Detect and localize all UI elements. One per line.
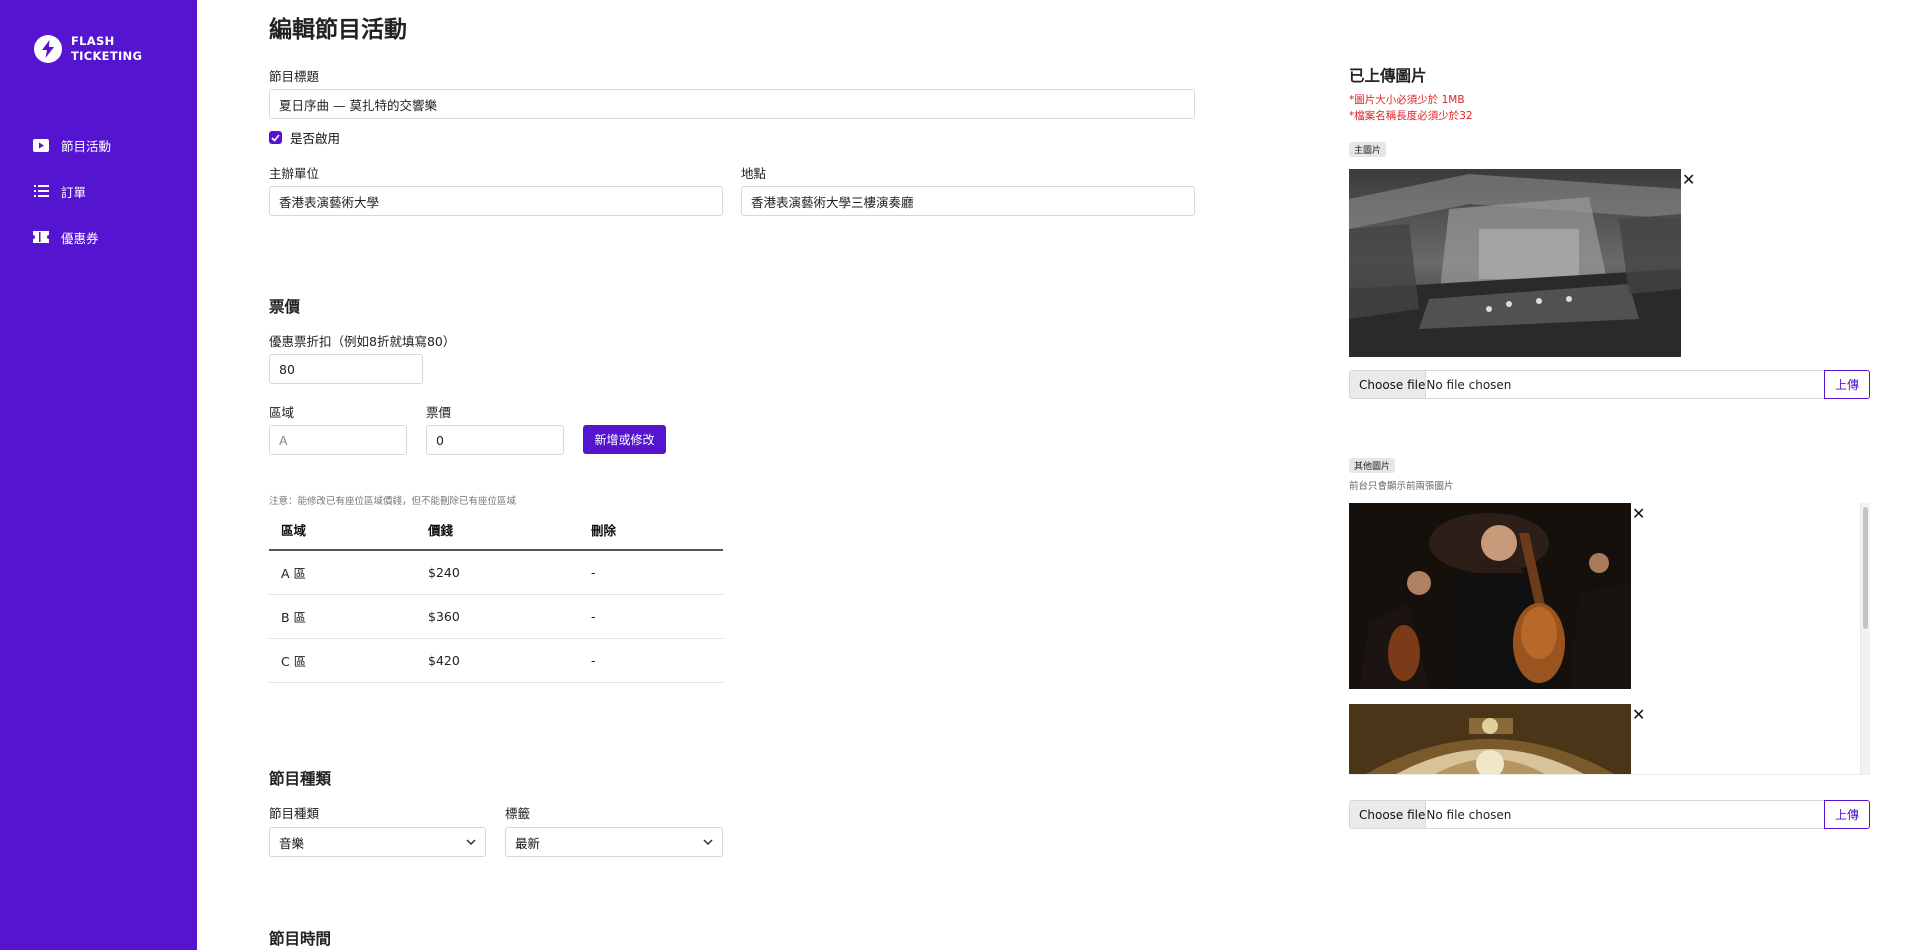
- file-status: No file chosen: [1426, 807, 1512, 822]
- main-image-file-input[interactable]: Choose file No file chosen: [1349, 370, 1824, 399]
- check-icon: [271, 133, 280, 142]
- other-images-file-input[interactable]: Choose file No file chosen: [1349, 800, 1824, 829]
- column-header-zone: 區域: [269, 510, 416, 551]
- sidebar-item-label: 優惠券: [61, 230, 99, 246]
- title-input[interactable]: [269, 89, 1195, 119]
- pricing-section-title: 票價: [269, 298, 301, 316]
- organizer-label: 主辦單位: [269, 166, 320, 181]
- event-type-label: 節目種類: [269, 806, 320, 821]
- time-section-title: 節目時間: [269, 930, 332, 948]
- discount-label: 優惠票折扣（例如8折就填寫80）: [269, 334, 456, 349]
- other-images-hint: 前台只會顯示前兩張圖片: [1349, 481, 1454, 492]
- remove-image-icon[interactable]: ✕: [1632, 707, 1645, 723]
- other-image-2: [1349, 704, 1631, 774]
- sidebar-item-label: 訂單: [61, 184, 87, 200]
- page-title: 編輯節目活動: [269, 17, 407, 43]
- main-image: [1349, 169, 1681, 357]
- other-image-1: [1349, 503, 1631, 689]
- add-or-edit-button[interactable]: 新增或修改: [583, 425, 666, 454]
- column-header-delete: 刪除: [579, 510, 723, 551]
- size-warning: *圖片大小必須少於 1MB: [1349, 94, 1465, 106]
- brand-logo[interactable]: FLASH TICKETING: [34, 34, 142, 64]
- delete-cell[interactable]: -: [579, 638, 723, 683]
- other-images-upload-row: Choose file No file chosen 上傳: [1349, 800, 1870, 829]
- gallery-scrollbar[interactable]: [1860, 503, 1870, 774]
- pricing-note: 注意：能修改已有座位區域價錢，但不能刪除已有座位區域: [269, 496, 517, 507]
- filename-warning: *檔案名稱長度必須少於32: [1349, 110, 1473, 122]
- price-input[interactable]: [426, 425, 564, 455]
- title-label: 節目標題: [269, 69, 320, 84]
- upload-other-images-button[interactable]: 上傳: [1824, 800, 1870, 829]
- discount-input[interactable]: [269, 354, 423, 384]
- table-row: A 區 $240 -: [269, 550, 723, 595]
- tag-label: 標籤: [505, 806, 531, 821]
- delete-cell[interactable]: -: [579, 594, 723, 639]
- zone-cell: B 區: [269, 594, 416, 639]
- play-icon: [32, 138, 50, 152]
- column-header-price: 價錢: [416, 510, 579, 551]
- zone-cell: A 區: [269, 550, 416, 595]
- category-section-title: 節目種類: [269, 770, 332, 788]
- sidebar: FLASH TICKETING 節目活動 訂單 優惠券: [0, 0, 197, 950]
- table-row: B 區 $360 -: [269, 594, 723, 639]
- list-icon: [32, 184, 50, 198]
- lightning-icon: [34, 35, 62, 63]
- brand-name: FLASH TICKETING: [71, 34, 143, 63]
- remove-main-image-icon[interactable]: ✕: [1682, 172, 1695, 188]
- price-cell: $240: [416, 550, 579, 595]
- chevron-down-icon: [466, 839, 476, 845]
- event-type-select[interactable]: 音樂: [269, 827, 486, 857]
- enabled-checkbox[interactable]: [269, 131, 282, 144]
- table-row: C 區 $420 -: [269, 638, 723, 683]
- scrollbar-thumb[interactable]: [1863, 507, 1868, 629]
- zone-label: 區域: [269, 405, 295, 420]
- location-input[interactable]: [741, 186, 1195, 216]
- sidebar-item-orders[interactable]: 訂單: [32, 181, 111, 201]
- main-image-upload-row: Choose file No file chosen 上傳: [1349, 370, 1870, 399]
- choose-file-button[interactable]: Choose file: [1350, 801, 1427, 828]
- sidebar-item-coupons[interactable]: 優惠券: [32, 227, 111, 247]
- organizer-input[interactable]: [269, 186, 723, 216]
- main-image-tag: 主圖片: [1349, 142, 1387, 157]
- zone-input[interactable]: [269, 425, 407, 455]
- remove-image-icon[interactable]: ✕: [1632, 506, 1645, 522]
- ticket-icon: [32, 230, 50, 244]
- other-images-tag: 其他圖片: [1349, 458, 1396, 473]
- zone-cell: C 區: [269, 638, 416, 683]
- enabled-label: 是否啟用: [290, 131, 341, 146]
- sidebar-item-events[interactable]: 節目活動: [32, 135, 111, 155]
- price-label: 票價: [426, 405, 452, 420]
- sidebar-item-label: 節目活動: [61, 138, 112, 154]
- chevron-down-icon: [703, 839, 713, 845]
- upload-main-image-button[interactable]: 上傳: [1824, 370, 1870, 399]
- choose-file-button[interactable]: Choose file: [1350, 371, 1427, 398]
- sidebar-nav: 節目活動 訂單 優惠券: [32, 135, 111, 273]
- table-header-row: 區域 價錢 刪除: [269, 510, 723, 551]
- price-table: 區域 價錢 刪除 A 區 $240 - B 區 $360 - C 區 $420 …: [269, 510, 723, 683]
- tag-value: 最新: [515, 835, 541, 851]
- location-label: 地點: [741, 166, 767, 181]
- other-images-gallery[interactable]: ✕ ✕: [1349, 503, 1870, 775]
- price-cell: $420: [416, 638, 579, 683]
- uploaded-images-title: 已上傳圖片: [1349, 67, 1427, 85]
- enabled-checkbox-row[interactable]: 是否啟用: [269, 128, 340, 147]
- event-type-value: 音樂: [279, 835, 305, 851]
- tag-select[interactable]: 最新: [505, 827, 723, 857]
- price-cell: $360: [416, 594, 579, 639]
- file-status: No file chosen: [1426, 377, 1512, 392]
- delete-cell[interactable]: -: [579, 550, 723, 595]
